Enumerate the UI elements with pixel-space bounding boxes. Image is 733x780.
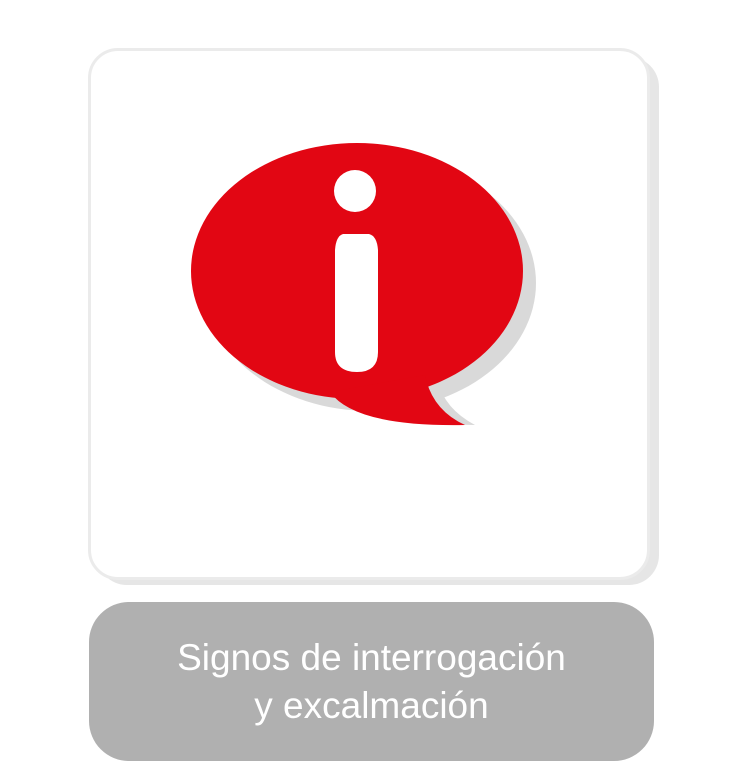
category-label-line-2: y excalmación — [254, 684, 489, 726]
category-label: Signos de interrogación y excalmación — [89, 602, 654, 761]
category-label-line-1: Signos de interrogación — [177, 636, 566, 678]
info-speech-bubble-icon — [191, 143, 536, 426]
info-glyph — [334, 170, 378, 372]
